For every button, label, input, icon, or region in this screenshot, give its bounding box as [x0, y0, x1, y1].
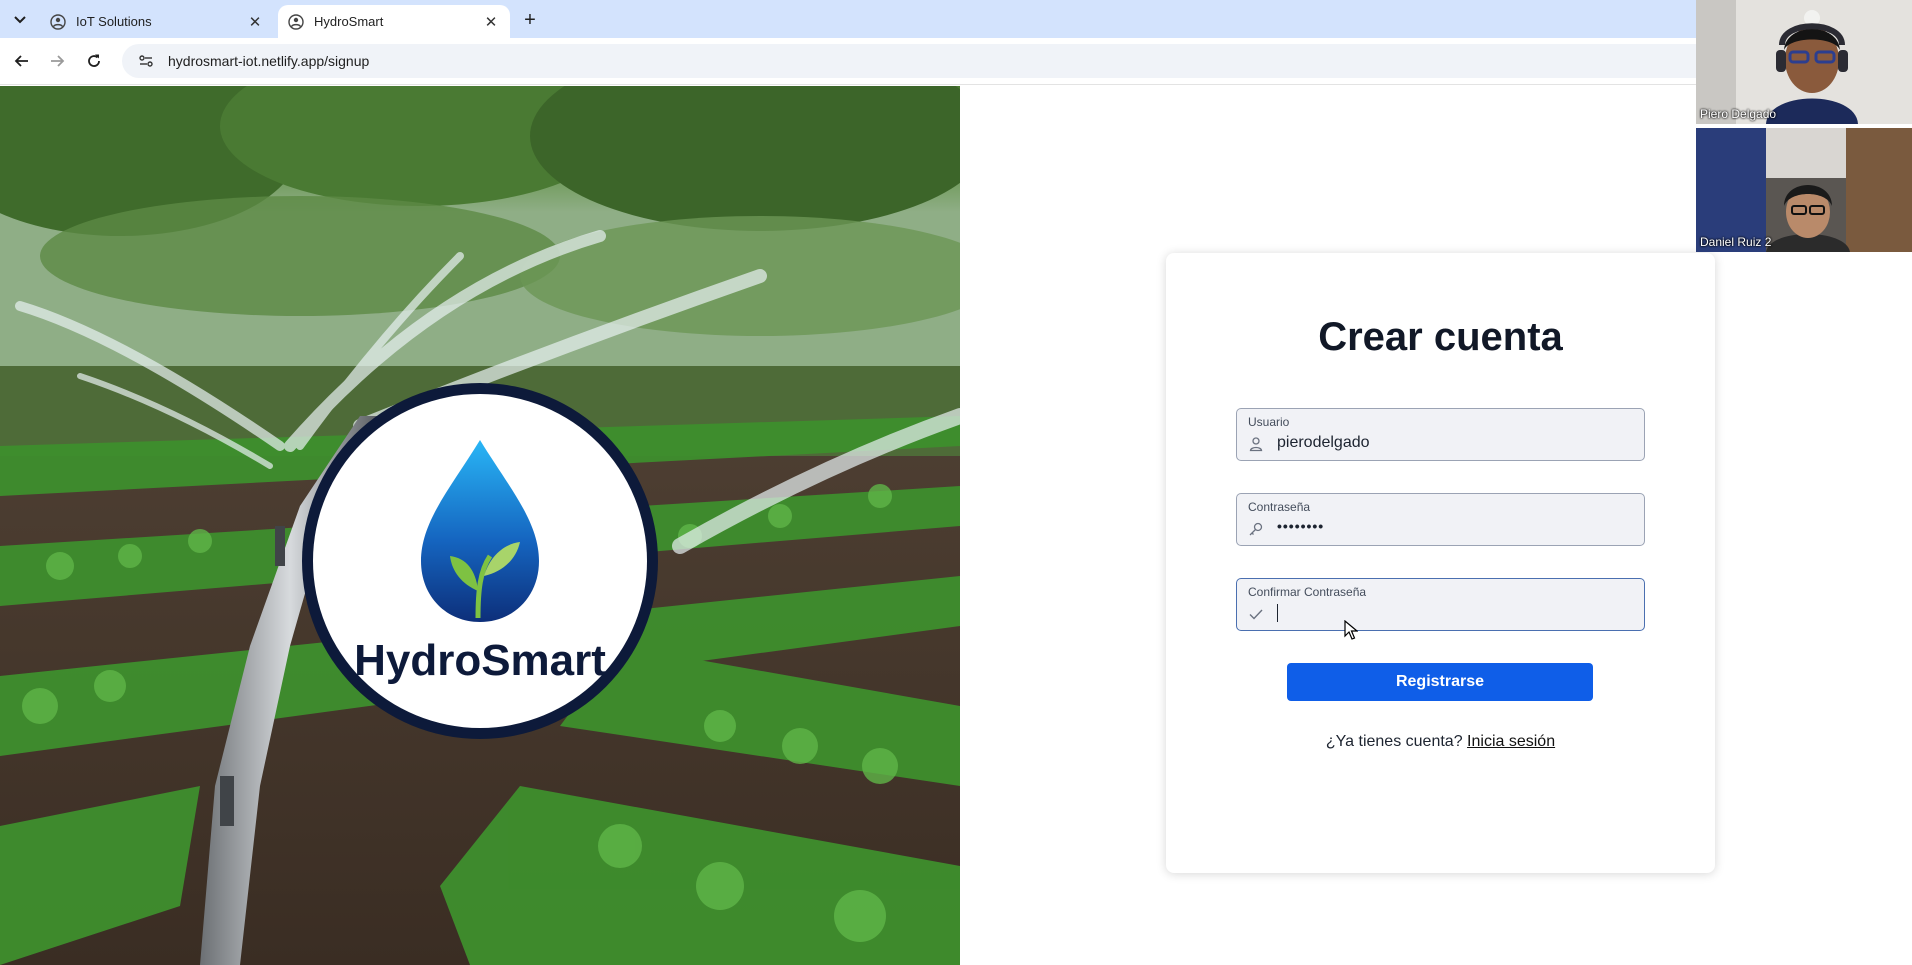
confirm-password-field[interactable]: Confirmar Contraseña: [1236, 578, 1645, 631]
tab-hydrosmart[interactable]: HydroSmart ✕: [278, 5, 510, 38]
key-icon: [1247, 520, 1265, 538]
site-settings-icon[interactable]: [136, 51, 156, 71]
close-icon[interactable]: ✕: [482, 13, 500, 31]
login-link[interactable]: Inicia sesión: [1467, 733, 1555, 750]
confirm-password-label: Confirmar Contraseña: [1248, 585, 1367, 599]
participant-name: Daniel Ruiz 2: [1700, 235, 1772, 249]
tab-search-chevron-icon[interactable]: [8, 8, 32, 32]
participant-name: Piero Delgado: [1700, 107, 1777, 121]
username-label: Usuario: [1248, 415, 1290, 429]
screen: IoT Solutions ✕ HydroSmart ✕ + hydrosmar…: [0, 0, 1912, 965]
globe-favicon-icon: [288, 13, 304, 30]
forward-arrow-icon[interactable]: [45, 49, 69, 73]
text-caret: [1277, 604, 1278, 622]
browser-tabbar: IoT Solutions ✕ HydroSmart ✕ +: [0, 0, 1696, 38]
back-arrow-icon[interactable]: [10, 49, 34, 73]
url-text: hydrosmart-iot.netlify.app/signup: [168, 53, 370, 69]
password-field[interactable]: Contraseña ••••••••: [1236, 493, 1645, 546]
tab-iot-solutions[interactable]: IoT Solutions ✕: [40, 5, 274, 38]
irrigation-field-image: HydroSmart: [0, 86, 960, 965]
browser-toolbar: hydrosmart-iot.netlify.app/signup: [0, 38, 1696, 85]
tab-title: HydroSmart: [314, 14, 384, 29]
reload-icon[interactable]: [82, 49, 106, 73]
video-tile-piero[interactable]: Piero Delgado: [1696, 0, 1912, 124]
login-prompt-text: ¿Ya tienes cuenta?: [1325, 733, 1463, 750]
mouse-cursor-icon: [1344, 619, 1359, 645]
register-button[interactable]: Registrarse: [1287, 663, 1593, 701]
login-prompt: ¿Ya tienes cuenta? Inicia sesión: [1166, 733, 1715, 751]
globe-favicon-icon: [50, 13, 66, 30]
check-icon: [1247, 605, 1265, 623]
new-tab-plus-icon[interactable]: +: [518, 8, 542, 32]
video-tile-daniel[interactable]: Daniel Ruiz 2: [1696, 128, 1912, 252]
password-value: ••••••••: [1277, 518, 1325, 534]
signup-page: HydroSmart Crear cuenta Usuario pierodel…: [0, 86, 1912, 965]
signup-card: Crear cuenta Usuario pierodelgado Contra…: [1166, 253, 1715, 873]
close-icon[interactable]: ✕: [246, 13, 264, 31]
username-value: pierodelgado: [1277, 434, 1370, 451]
tab-title: IoT Solutions: [76, 14, 152, 29]
password-label: Contraseña: [1248, 500, 1311, 514]
username-field[interactable]: Usuario pierodelgado: [1236, 408, 1645, 461]
user-icon: [1247, 435, 1265, 453]
page-title: Crear cuenta: [1318, 315, 1563, 359]
hydrosmart-logo-text: HydroSmart: [354, 636, 606, 685]
address-bar[interactable]: hydrosmart-iot.netlify.app/signup: [122, 44, 1696, 78]
